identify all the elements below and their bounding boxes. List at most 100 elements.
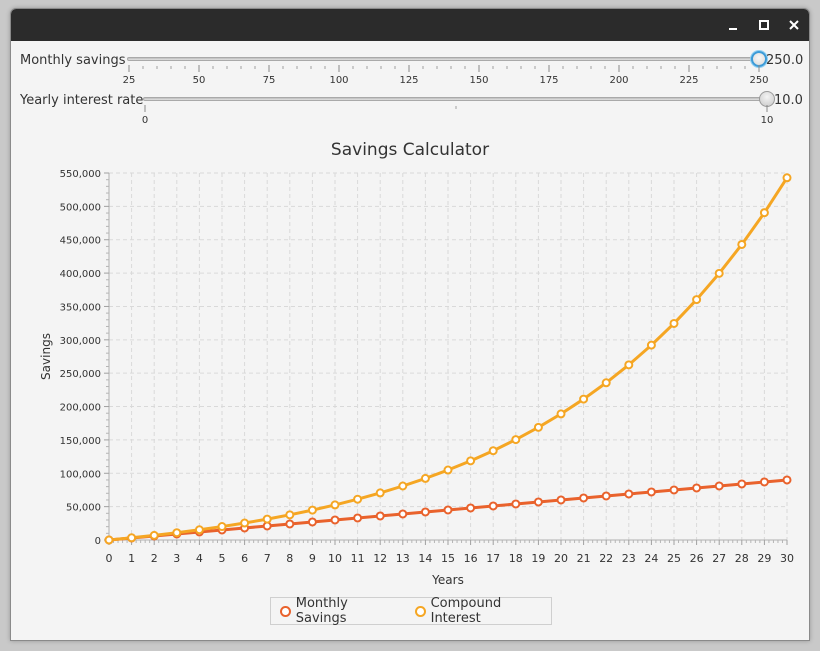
- data-point-compound-interest: [782, 173, 792, 183]
- data-point-compound-interest: [646, 340, 656, 350]
- data-point-monthly-savings: [624, 489, 634, 499]
- chart-legend: Monthly Savings Compound Interest: [270, 596, 552, 626]
- x-axis-tick-label: 12: [373, 552, 387, 565]
- x-axis-tick-label: 19: [531, 552, 545, 565]
- data-point-compound-interest: [353, 494, 363, 504]
- data-point-compound-interest: [556, 409, 566, 419]
- data-point-monthly-savings: [533, 497, 543, 507]
- y-axis-tick-label: 150,000: [60, 436, 101, 447]
- data-point-monthly-savings: [330, 515, 340, 525]
- x-axis-tick-label: 25: [667, 552, 681, 565]
- x-axis-tick-label: 27: [712, 552, 726, 565]
- x-axis-tick-label: 30: [780, 552, 794, 565]
- x-axis-tick-label: 16: [464, 552, 478, 565]
- legend-label-compound-interest: Compound Interest: [430, 596, 502, 626]
- y-axis-tick-label: 100,000: [60, 469, 101, 480]
- data-point-compound-interest: [262, 514, 272, 524]
- data-point-monthly-savings: [353, 513, 363, 523]
- x-axis-tick-label: 24: [644, 552, 658, 565]
- data-point-monthly-savings: [669, 485, 679, 495]
- x-axis-tick-label: 15: [441, 552, 455, 565]
- legend-symbol-monthly-savings: [280, 605, 291, 617]
- data-point-compound-interest: [759, 208, 769, 218]
- x-axis-tick-label: 22: [599, 552, 613, 565]
- data-point-monthly-savings: [420, 507, 430, 517]
- data-point-compound-interest: [375, 488, 385, 498]
- x-axis-tick-label: 18: [509, 552, 523, 565]
- data-point-monthly-savings: [511, 499, 521, 509]
- data-point-monthly-savings: [579, 493, 589, 503]
- data-point-compound-interest: [488, 446, 498, 456]
- x-axis-tick-label: 10: [328, 552, 342, 565]
- data-point-compound-interest: [692, 295, 702, 305]
- x-axis-tick-label: 28: [735, 552, 749, 565]
- y-axis-tick-label: 350,000: [60, 302, 101, 313]
- data-point-compound-interest: [172, 528, 182, 538]
- data-point-compound-interest: [149, 530, 159, 540]
- legend-item-compound-interest: Compound Interest: [414, 596, 551, 626]
- x-axis-tick-label: 23: [622, 552, 636, 565]
- y-axis-tick-label: 400,000: [60, 269, 101, 280]
- x-axis-tick-label: 14: [418, 552, 432, 565]
- data-point-monthly-savings: [443, 505, 453, 515]
- data-point-monthly-savings: [737, 479, 747, 489]
- data-point-compound-interest: [669, 318, 679, 328]
- legend-item-monthly-savings: Monthly Savings: [280, 596, 399, 626]
- data-point-monthly-savings: [398, 509, 408, 519]
- data-point-compound-interest: [420, 473, 430, 483]
- data-point-compound-interest: [579, 394, 589, 404]
- data-point-compound-interest: [714, 268, 724, 278]
- savings-chart: 0 1 2 3 4 5 6 7 8 9 10 11 12 13 14 15 16 17 18 19 20 21 22 23 24…: [39, 169, 794, 587]
- x-axis-tick-label: 7: [264, 552, 271, 565]
- data-point-monthly-savings: [466, 503, 476, 513]
- legend-label-monthly-savings: Monthly Savings: [295, 596, 348, 626]
- data-point-compound-interest: [127, 533, 137, 543]
- data-point-compound-interest: [217, 522, 227, 532]
- data-point-compound-interest: [104, 535, 114, 545]
- x-axis-tick-label: 0: [106, 552, 113, 565]
- data-point-compound-interest: [601, 378, 611, 388]
- y-axis-tick-label: 0: [95, 536, 101, 547]
- data-point-monthly-savings: [488, 501, 498, 511]
- y-axis-tick-label: 500,000: [60, 202, 101, 213]
- x-axis-tick-label: 13: [396, 552, 410, 565]
- data-point-monthly-savings: [285, 519, 295, 529]
- data-point-monthly-savings: [646, 487, 656, 497]
- y-axis-tick-label: 50,000: [66, 503, 101, 514]
- x-axis-tick-label: 17: [486, 552, 500, 565]
- data-point-compound-interest: [194, 525, 204, 535]
- x-axis-tick-label: 21: [577, 552, 591, 565]
- data-point-compound-interest: [533, 422, 543, 432]
- data-point-compound-interest: [737, 239, 747, 249]
- data-point-monthly-savings: [714, 481, 724, 491]
- y-axis-tick-label: 550,000: [60, 169, 101, 180]
- data-point-compound-interest: [466, 456, 476, 466]
- y-axis-tick-label: 250,000: [60, 369, 101, 380]
- y-axis-tick-label: 300,000: [60, 336, 101, 347]
- app-window: Monthly savings 250.0 25 50 75 100 125 150 175…: [10, 8, 810, 641]
- x-axis-tick-label: 5: [219, 552, 226, 565]
- x-axis-tick-label: 9: [309, 552, 316, 565]
- data-point-monthly-savings: [556, 495, 566, 505]
- data-point-monthly-savings: [375, 511, 385, 521]
- x-axis-tick-label: 2: [151, 552, 158, 565]
- data-point-monthly-savings: [601, 491, 611, 501]
- x-axis-title: Years: [431, 573, 464, 587]
- data-point-monthly-savings: [307, 517, 317, 527]
- data-point-compound-interest: [511, 435, 521, 445]
- x-axis-tick-label: 3: [173, 552, 180, 565]
- x-axis-tick-label: 1: [128, 552, 135, 565]
- x-axis-tick-label: 26: [690, 552, 704, 565]
- y-axis-tick-label: 450,000: [60, 236, 101, 247]
- data-point-compound-interest: [443, 465, 453, 475]
- x-axis-tick-label: 6: [241, 552, 248, 565]
- data-point-compound-interest: [240, 518, 250, 528]
- data-point-compound-interest: [330, 500, 340, 510]
- x-axis-tick-label: 8: [286, 552, 293, 565]
- x-axis-tick-label: 29: [757, 552, 771, 565]
- y-axis-title: Savings: [39, 333, 53, 380]
- data-point-compound-interest: [307, 505, 317, 515]
- x-axis-tick-label: 11: [351, 552, 365, 565]
- data-point-compound-interest: [285, 510, 295, 520]
- x-axis-tick-label: 20: [554, 552, 568, 565]
